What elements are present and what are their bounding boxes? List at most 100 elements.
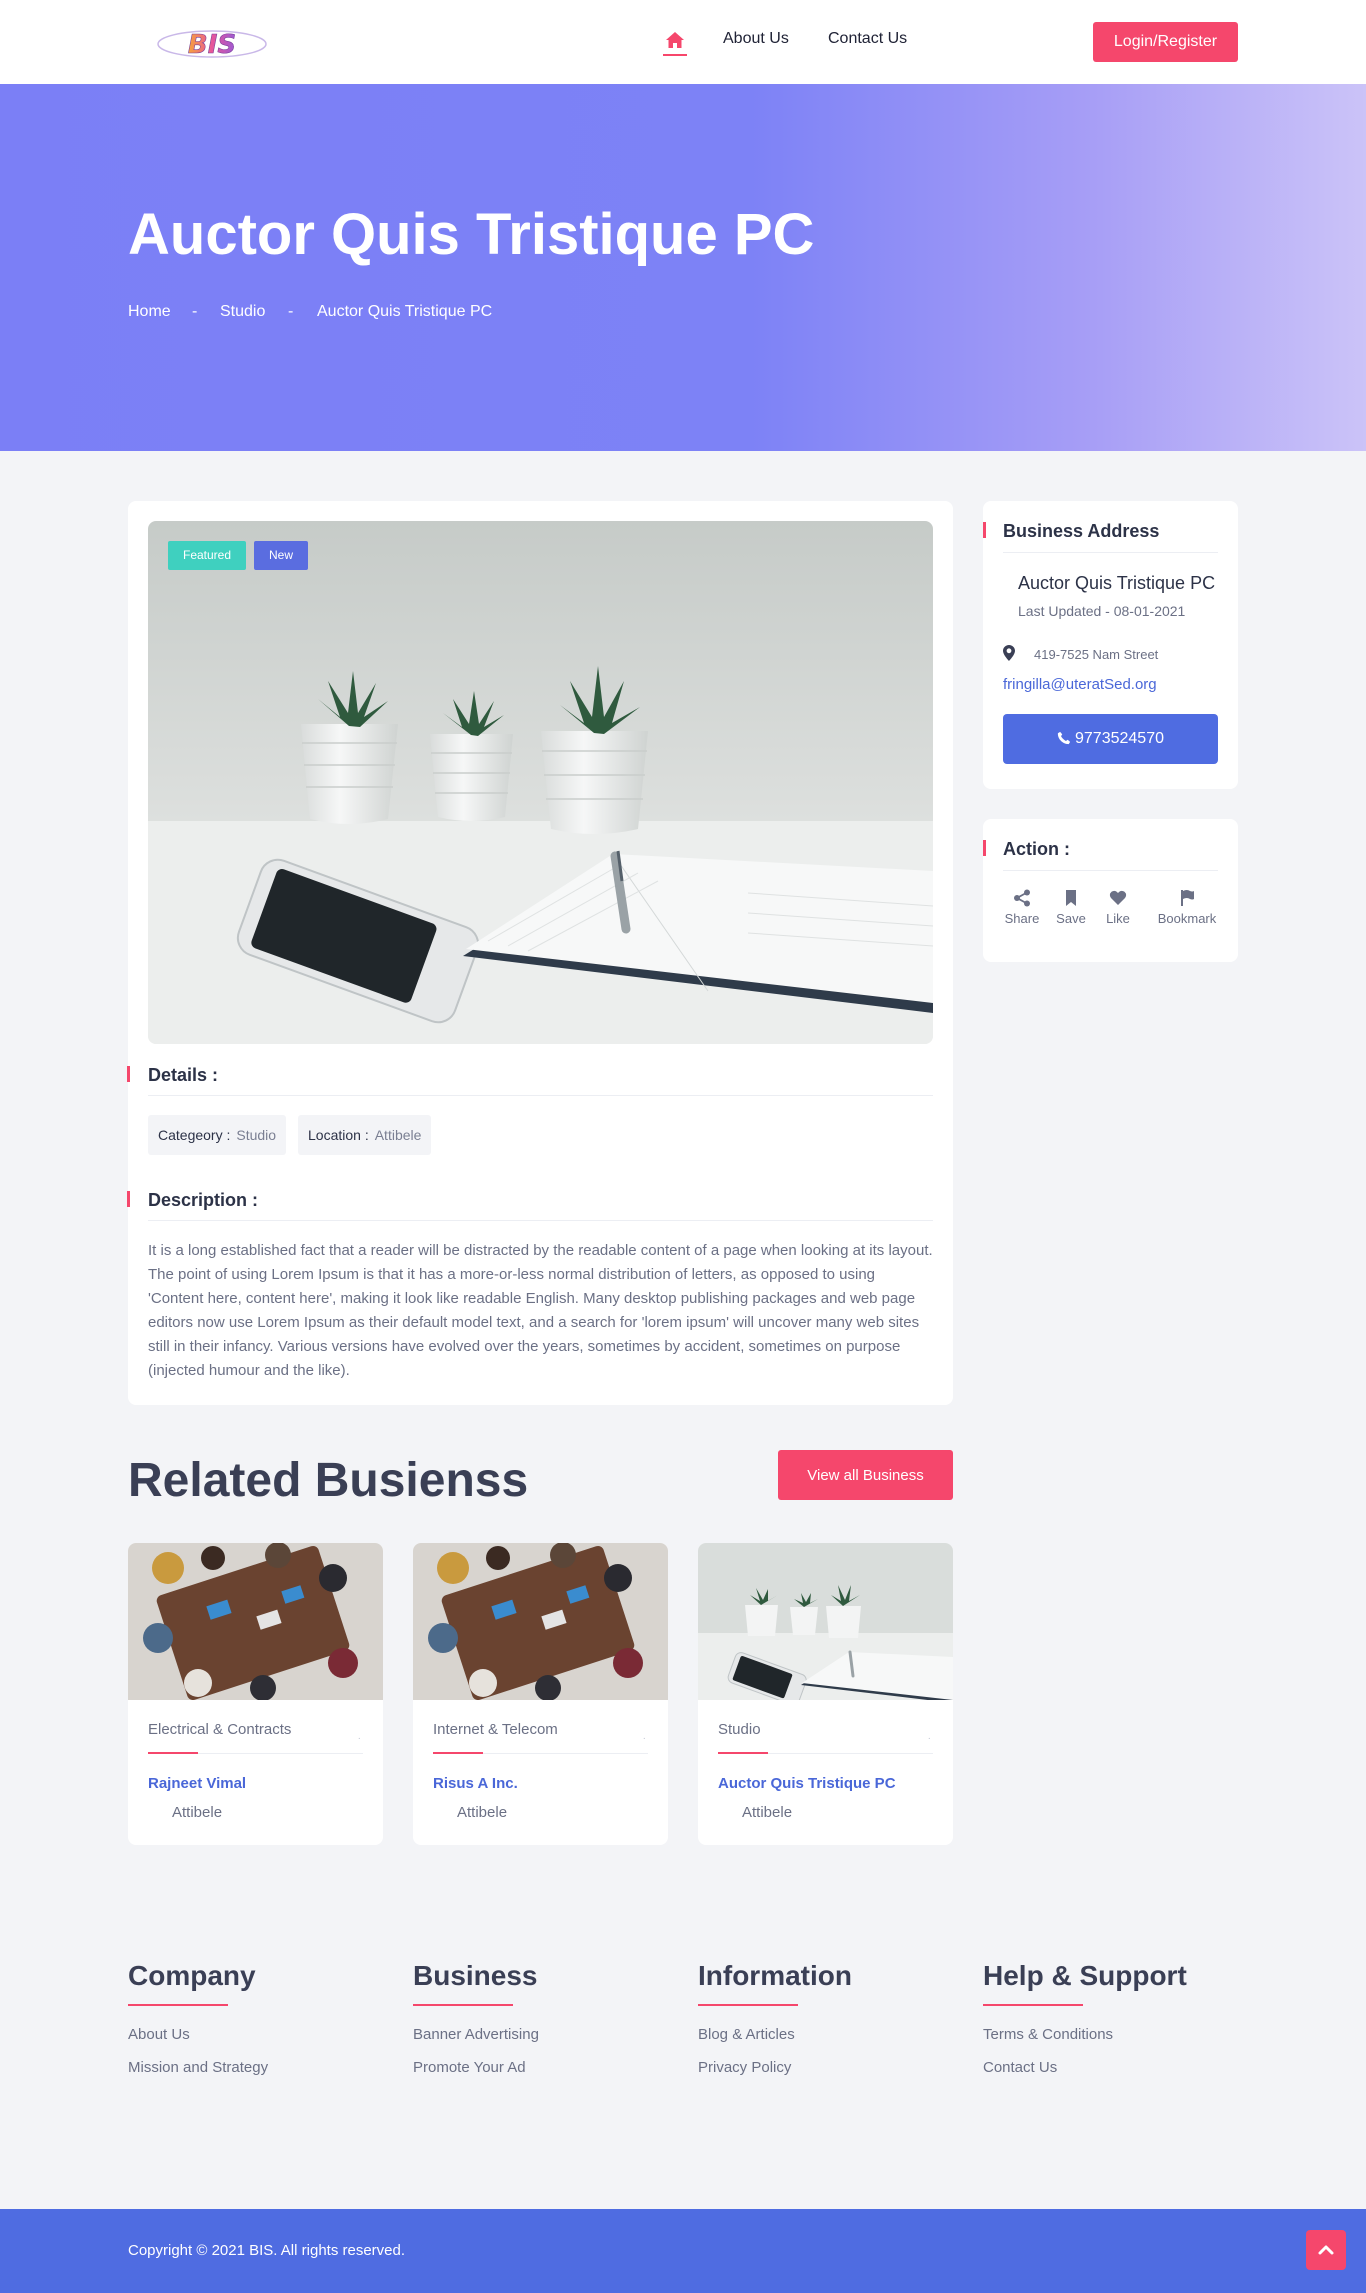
new-badge: New	[254, 541, 309, 570]
share-action[interactable]: Share	[1003, 889, 1041, 926]
action-card: Action : Share Save Like Bookmark	[983, 819, 1238, 962]
nav-home[interactable]	[663, 26, 687, 58]
category-chip: Categeory : Studio	[148, 1115, 287, 1155]
breadcrumb-separator: -	[288, 303, 294, 320]
description-heading: Description :	[126, 1190, 259, 1210]
street-address: 419-7525 Nam Street	[1034, 647, 1159, 662]
accent-line	[698, 2004, 798, 2006]
login-register-button[interactable]: Login/Register	[1093, 22, 1238, 62]
breadcrumb-current: Auctor Quis Tristique PC	[317, 303, 493, 320]
top-navbar: BIS About Us Contact Us Login/Register	[0, 0, 1366, 84]
business-address-card: Business Address Auctor Quis Tristique P…	[982, 501, 1238, 789]
related-business-link[interactable]: Rajneet Vimal	[148, 1775, 246, 1792]
divider	[148, 1220, 933, 1221]
divider	[148, 1095, 933, 1096]
bookmark-label: Bookmark	[1157, 911, 1217, 926]
footer-column-business: Business Banner Advertising Promote Your…	[413, 1960, 539, 2076]
heart-icon	[1109, 890, 1127, 905]
bookmark-icon	[1066, 890, 1076, 906]
breadcrumb-home[interactable]: Home	[128, 303, 171, 321]
logo-text: BIS	[188, 30, 236, 60]
phone-number: 9773524570	[1075, 730, 1164, 747]
scroll-to-top-button[interactable]	[1306, 2230, 1346, 2270]
description-text: It is a long established fact that a rea…	[148, 1242, 933, 1379]
accent-line	[128, 2004, 228, 2006]
footer-column-information: Information Blog & Articles Privacy Poli…	[698, 1960, 852, 2076]
nav-active-underline	[663, 54, 687, 56]
category-label: Categeory :	[158, 1127, 231, 1143]
footer-heading: Company	[128, 1960, 256, 1991]
like-action[interactable]: Like	[1103, 889, 1133, 926]
call-button[interactable]: 9773524570	[1003, 714, 1218, 764]
address-heading: Business Address	[982, 521, 1160, 541]
dot-icon: ·	[642, 1733, 646, 1744]
related-location: Attibele	[172, 1804, 223, 1821]
share-icon	[1014, 889, 1030, 907]
related-category: Internet & Telecom	[433, 1721, 558, 1738]
nav-contact-link[interactable]: Contact Us	[828, 30, 907, 48]
like-label: Like	[1106, 911, 1130, 926]
footer-link[interactable]: Terms & Conditions	[983, 2026, 1187, 2043]
footer-link[interactable]: Contact Us	[983, 2059, 1187, 2076]
listing-image: Featured New	[148, 521, 933, 1044]
office-meeting-photo	[413, 1543, 668, 1700]
divider	[1003, 870, 1218, 871]
save-action[interactable]: Save	[1056, 889, 1086, 926]
footer-heading: Information	[698, 1960, 852, 1991]
desk-plants-photo	[698, 1543, 953, 1700]
location-label: Location :	[308, 1127, 369, 1143]
details-heading: Details :	[126, 1065, 219, 1085]
footer-link[interactable]: Blog & Articles	[698, 2026, 852, 2043]
featured-badge: Featured	[168, 541, 247, 570]
footer-link[interactable]: Banner Advertising	[413, 2026, 539, 2043]
footer-heading: Business	[413, 1960, 538, 1991]
footer-link[interactable]: About Us	[128, 2026, 268, 2043]
breadcrumb-separator: -	[192, 303, 198, 320]
footer-link[interactable]: Mission and Strategy	[128, 2059, 268, 2076]
page-title: Auctor Quis Tristique PC	[128, 202, 815, 267]
hero-banner: Auctor Quis Tristique PC Home - Studio -…	[0, 84, 1366, 451]
location-chip: Location : Attibele	[298, 1115, 432, 1155]
accent-line	[148, 1752, 198, 1754]
related-business-link[interactable]: Auctor Quis Tristique PC	[718, 1775, 896, 1792]
view-all-business-button[interactable]: View all Business	[778, 1450, 953, 1500]
email-link[interactable]: fringilla@uteratSed.org	[1003, 676, 1157, 693]
listing-card: Featured New Details : Categeory : Studio…	[126, 501, 953, 1405]
related-card[interactable]: Internet & Telecom · Risus A Inc. Attibe…	[413, 1543, 668, 1845]
footer-link[interactable]: Promote Your Ad	[413, 2059, 539, 2076]
category-value: Studio	[236, 1127, 277, 1143]
footer-column-help-support: Help & Support Terms & Conditions Contac…	[983, 1960, 1187, 2076]
accent-line	[718, 1752, 768, 1754]
business-name: Auctor Quis Tristique PC	[1018, 573, 1216, 593]
save-label: Save	[1056, 911, 1086, 926]
dot-icon: ·	[927, 1733, 931, 1744]
related-card[interactable]: Studio · Auctor Quis Tristique PC Attibe…	[698, 1543, 953, 1845]
related-category: Electrical & Contracts	[148, 1721, 292, 1738]
bis-logo[interactable]: BIS	[155, 26, 270, 60]
chevron-up-icon	[1318, 2245, 1334, 2255]
map-pin-icon	[1003, 645, 1015, 661]
action-heading: Action :	[983, 839, 1070, 859]
breadcrumb-category[interactable]: Studio	[220, 303, 265, 321]
bookmark-action[interactable]: Bookmark	[1153, 889, 1221, 926]
related-heading: Related Busienss	[128, 1454, 529, 1507]
home-icon	[666, 32, 684, 48]
footer-link[interactable]: Privacy Policy	[698, 2059, 852, 2076]
office-meeting-photo	[128, 1543, 383, 1700]
related-location: Attibele	[742, 1804, 793, 1821]
nav-about-link[interactable]: About Us	[723, 30, 789, 48]
desk-plants-photo	[148, 521, 933, 1044]
copyright-text: Copyright © 2021 BIS. All rights reserve…	[128, 2242, 406, 2259]
footer-bar: Copyright © 2021 BIS. All rights reserve…	[0, 2209, 1366, 2293]
dot-icon: ·	[357, 1733, 361, 1744]
divider	[1003, 552, 1218, 553]
footer-heading: Help & Support	[983, 1960, 1187, 1991]
location-value: Attibele	[374, 1127, 422, 1143]
related-location: Attibele	[457, 1804, 508, 1821]
share-label: Share	[1004, 911, 1040, 926]
footer-column-company: Company About Us Mission and Strategy	[128, 1960, 268, 2076]
related-category: Studio	[718, 1721, 761, 1738]
related-business-link[interactable]: Risus A Inc.	[433, 1775, 518, 1792]
related-card[interactable]: Electrical & Contracts · Rajneet Vimal A…	[128, 1543, 383, 1845]
accent-line	[433, 1752, 483, 1754]
